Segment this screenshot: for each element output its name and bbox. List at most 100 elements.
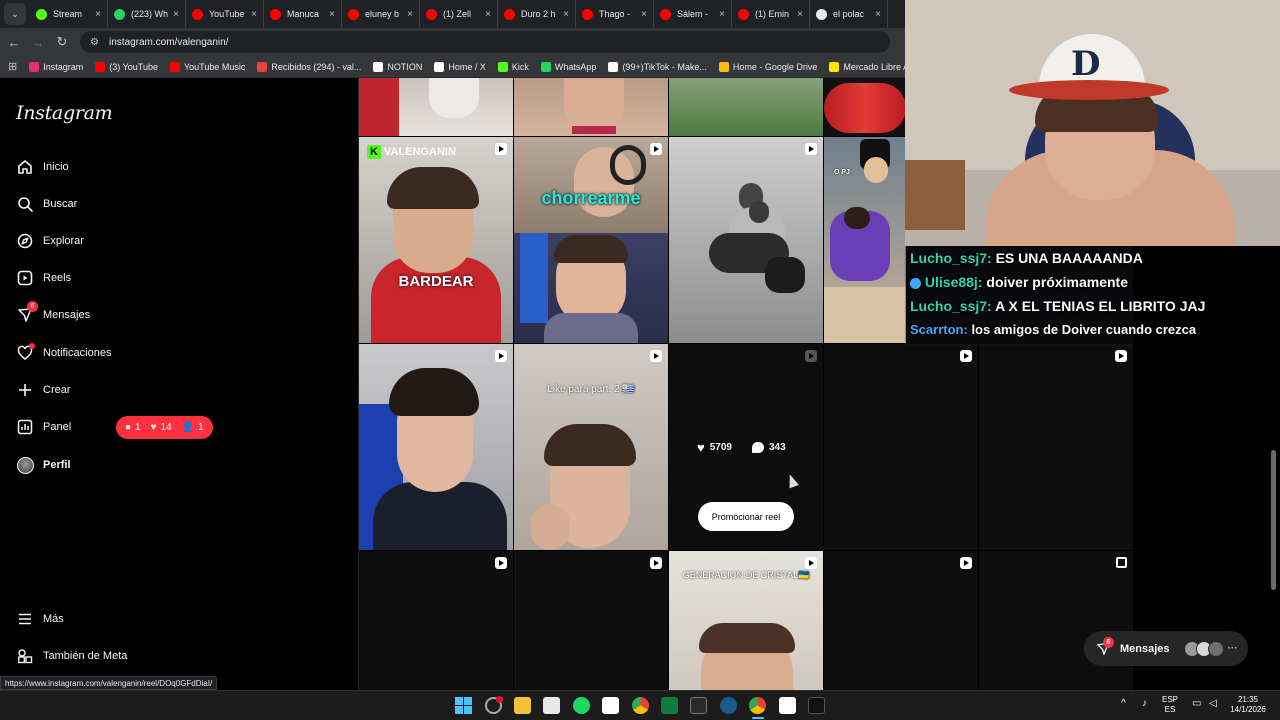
reel-thumbnail[interactable] [979, 551, 1133, 690]
tab-close-icon[interactable]: × [641, 9, 647, 20]
tab-close-icon[interactable]: × [407, 9, 413, 20]
bookmark-item[interactable]: Home - Google Drive [718, 61, 817, 72]
nav-inicio[interactable]: Inicio [16, 158, 69, 176]
bookmark-item[interactable]: Instagram [29, 61, 84, 72]
nav-crear[interactable]: Crear [16, 381, 71, 399]
copilot-icon[interactable] [485, 696, 503, 714]
reel-thumbnail-generacion[interactable]: GENERACION DE CRISTAL🇺🇦 [669, 551, 823, 690]
browser-tab[interactable]: Sálem - × [654, 0, 732, 28]
bookmark-item[interactable]: Kick [497, 61, 529, 72]
microphone-icon[interactable]: ♪ [1142, 699, 1147, 709]
network-icon[interactable]: ▭ [1192, 699, 1201, 709]
steam-icon[interactable] [720, 697, 737, 714]
browser-tab[interactable]: Thago - × [576, 0, 654, 28]
reel-thumbnail[interactable] [824, 551, 978, 690]
notification-dot [29, 343, 35, 349]
store-icon[interactable] [543, 697, 560, 714]
tab-search-button[interactable]: ⌄ [4, 3, 26, 25]
reel-thumbnail[interactable] [514, 78, 668, 136]
tab-close-icon[interactable]: × [875, 9, 881, 20]
tab-close-icon[interactable]: × [251, 9, 257, 20]
url-bar[interactable]: ⚙ instagram.com/valenganin/ [80, 31, 890, 53]
clock[interactable]: 21:35 14/1/2026 [1228, 695, 1268, 715]
nav-explorar[interactable]: Explorar [16, 232, 84, 250]
tab-favicon-icon [660, 8, 671, 20]
tab-close-icon[interactable]: × [719, 9, 725, 20]
capcut-icon-2[interactable] [779, 697, 796, 714]
bookmark-item[interactable]: (3) YouTube [95, 61, 158, 72]
browser-tab[interactable]: Manuca × [264, 0, 342, 28]
reel-thumbnail-goku[interactable]: O PJ [824, 137, 906, 343]
notification-summary-pill[interactable]: ● 1 ♥ 14 👤 1 [116, 416, 213, 439]
browser-tab[interactable]: YouTube × [186, 0, 264, 28]
browser-tab[interactable]: (1) Zell × [420, 0, 498, 28]
tiktok-icon[interactable] [808, 697, 825, 714]
nav-notificaciones[interactable]: Notificaciones [16, 343, 111, 362]
reload-button[interactable]: ↻ [50, 34, 74, 50]
bookmark-item[interactable]: Recibidos (294) - val... [257, 61, 361, 72]
nav-buscar[interactable]: Buscar [16, 195, 77, 213]
chrome-active-icon[interactable] [749, 697, 766, 714]
reel-thumbnail-wrestling[interactable] [669, 137, 823, 343]
instagram-logo[interactable]: Instagram [16, 102, 113, 124]
messages-floating-button[interactable]: 6 Mensajes ··· [1084, 631, 1248, 666]
reel-thumbnail-bardear[interactable]: K VALENGANIN BARDEAR [359, 137, 513, 343]
reel-thumbnail[interactable] [669, 78, 823, 136]
reel-thumbnail[interactable] [359, 551, 513, 690]
reel-thumbnail[interactable] [514, 551, 668, 690]
tab-close-icon[interactable]: × [797, 9, 803, 20]
tab-close-icon[interactable]: × [173, 9, 179, 20]
tab-favicon-icon [582, 8, 593, 20]
bookmark-item[interactable]: (99+)TikTok - Make... [608, 61, 707, 72]
tab-close-icon[interactable]: × [329, 9, 335, 20]
browser-tab[interactable]: Stream × [30, 0, 108, 28]
bookmark-favicon-icon [608, 61, 619, 72]
bookmark-item[interactable]: WhatsApp [540, 61, 596, 72]
spotify-icon[interactable] [573, 697, 590, 714]
nav-reels[interactable]: Reels [16, 269, 71, 287]
promote-reel-button[interactable]: Promocionar reel [698, 502, 794, 531]
tray-chevron-icon[interactable]: ^ [1121, 699, 1126, 709]
reel-thumbnail-like-para-part[interactable]: Like para part. 2 🇺🇾 [514, 344, 668, 550]
language-indicator[interactable]: ESP ES [1162, 695, 1178, 715]
forward-button[interactable]: → [26, 35, 50, 50]
browser-tab[interactable]: eluney b × [342, 0, 420, 28]
nav-mas[interactable]: Más [16, 610, 64, 628]
chrome-icon[interactable] [632, 697, 649, 714]
reel-thumbnail[interactable] [979, 344, 1133, 550]
browser-tab[interactable]: (223) Wh × [108, 0, 186, 28]
nav-tambien-de-meta[interactable]: También de Meta [16, 647, 127, 665]
excel-icon[interactable] [661, 697, 678, 714]
capcut-icon[interactable] [602, 697, 619, 714]
volume-icon[interactable]: ◁ [1209, 699, 1217, 709]
nav-panel[interactable]: Panel [16, 418, 71, 436]
reel-thumbnail-hovered[interactable]: ♥ 5709 343 Promocionar reel [669, 344, 823, 550]
browser-tab[interactable]: (1) Emin × [732, 0, 810, 28]
back-button[interactable]: ← [2, 35, 26, 50]
tab-close-icon[interactable]: × [485, 9, 491, 20]
nav-perfil[interactable]: Perfil [16, 456, 71, 474]
reel-thumbnail-chorrearme[interactable]: chorrearme [514, 137, 668, 343]
file-explorer-icon[interactable] [514, 697, 531, 714]
nav-mensajes[interactable]: 6 Mensajes [16, 301, 90, 324]
reel-thumbnail[interactable] [824, 78, 906, 136]
bookmark-label: Instagram [43, 61, 84, 72]
tab-close-icon[interactable]: × [95, 9, 101, 20]
bookmark-item[interactable]: YouTube Music [169, 61, 245, 72]
epic-games-icon[interactable] [690, 697, 707, 714]
site-info-icon[interactable]: ⚙ [90, 37, 99, 48]
browser-tab[interactable]: Duro 2 h × [498, 0, 576, 28]
bookmark-item[interactable]: Home / X [434, 61, 486, 72]
reel-thumbnail[interactable] [824, 344, 978, 550]
reel-type-icon [960, 557, 972, 569]
windows-start-icon[interactable] [455, 697, 472, 714]
reel-thumbnail[interactable] [359, 78, 513, 136]
browser-tab[interactable]: el polac × [810, 0, 888, 28]
cap-logo: D [1071, 44, 1101, 84]
reel-thumbnail[interactable] [359, 344, 513, 550]
page-scrollbar[interactable] [1271, 450, 1276, 590]
reel-stats: ♥ 5709 343 [697, 440, 786, 455]
bookmark-item[interactable]: NOTION [373, 61, 422, 72]
apps-icon[interactable]: ⊞ [8, 60, 17, 73]
tab-close-icon[interactable]: × [563, 9, 569, 20]
